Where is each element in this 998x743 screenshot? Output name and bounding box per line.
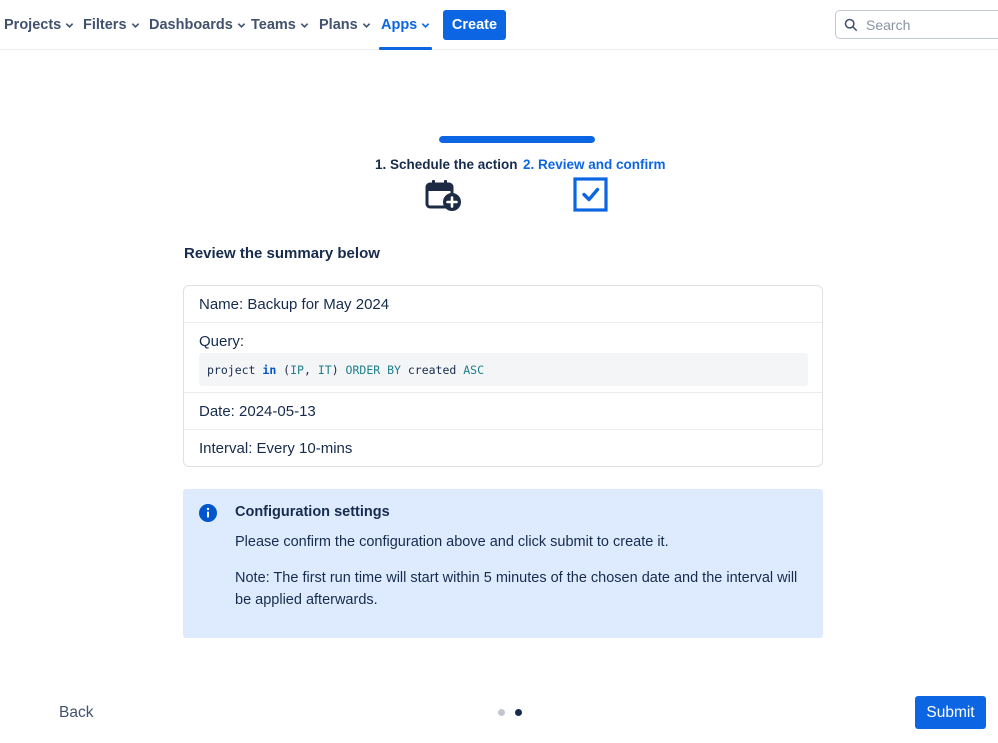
wizard-progress-bar [439,136,595,143]
chevron-down-icon [422,22,430,28]
page-dot [515,709,522,716]
checkbox-checked-icon [573,177,608,212]
nav-apps-label: Apps [381,17,418,33]
nav-teams-label: Teams [251,17,296,33]
step-schedule-label: 1. Schedule the action [375,157,518,172]
wizard-progress-fill [439,136,595,143]
query-token: IT [317,362,332,377]
info-panel: Configuration settings Please confirm th… [183,489,823,638]
info-body: Please confirm the configuration above a… [235,534,669,550]
summary-query: Query: project in (IP, IT) ORDER BY crea… [184,323,822,393]
create-button[interactable]: Create [443,10,506,40]
top-navigation: Projects Filters Dashboards Teams Plans … [0,0,998,50]
calendar-plus-icon [425,180,461,211]
search-input[interactable] [866,16,996,33]
query-label: Query: [199,333,245,350]
chevron-down-icon [66,22,74,28]
search-box[interactable] [835,10,998,39]
chevron-down-icon [237,22,246,28]
nav-projects[interactable]: Projects [4,0,74,50]
nav-projects-label: Projects [4,17,62,33]
page-dot [498,709,505,716]
info-icon [199,504,217,522]
nav-filters[interactable]: Filters [83,0,140,50]
summary-card: Name: Backup for May 2024 Query: project… [183,285,823,467]
query-token: , [303,362,318,377]
query-token: created [400,362,464,377]
back-button[interactable]: Back [44,700,108,726]
search-icon [844,18,858,31]
chevron-down-icon [131,22,139,28]
query-token: ( [276,362,291,377]
info-title: Configuration settings [235,504,390,520]
summary-interval: Interval: Every 10-mins [199,440,353,457]
chevron-down-icon [362,22,370,28]
nav-plans-label: Plans [319,17,358,33]
nav-plans[interactable]: Plans [319,0,371,50]
nav-dashboards[interactable]: Dashboards [149,0,246,50]
query-token: in [262,362,277,377]
step-review-label: 2. Review and confirm [523,157,666,172]
info-note: Note: The first run time will start with… [235,570,798,608]
query-token: ) [331,362,346,377]
review-heading: Review the summary below [184,245,380,262]
nav-filters-label: Filters [83,17,127,33]
submit-button[interactable]: Submit [915,696,986,729]
query-token: project [207,362,263,377]
summary-name: Name: Backup for May 2024 [184,286,822,323]
query-code-block: project in (IP, IT) ORDER BY created ASC [199,353,808,386]
chevron-down-icon [300,22,309,28]
nav-teams[interactable]: Teams [251,0,309,50]
nav-apps[interactable]: Apps [378,0,433,50]
nav-dashboards-label: Dashboards [149,17,233,33]
summary-date: Date: 2024-05-13 [184,393,822,430]
page-indicator [498,709,522,716]
query-token: ORDER BY [345,362,401,377]
query-token: ASC [463,362,485,377]
query-token: IP [290,362,304,377]
